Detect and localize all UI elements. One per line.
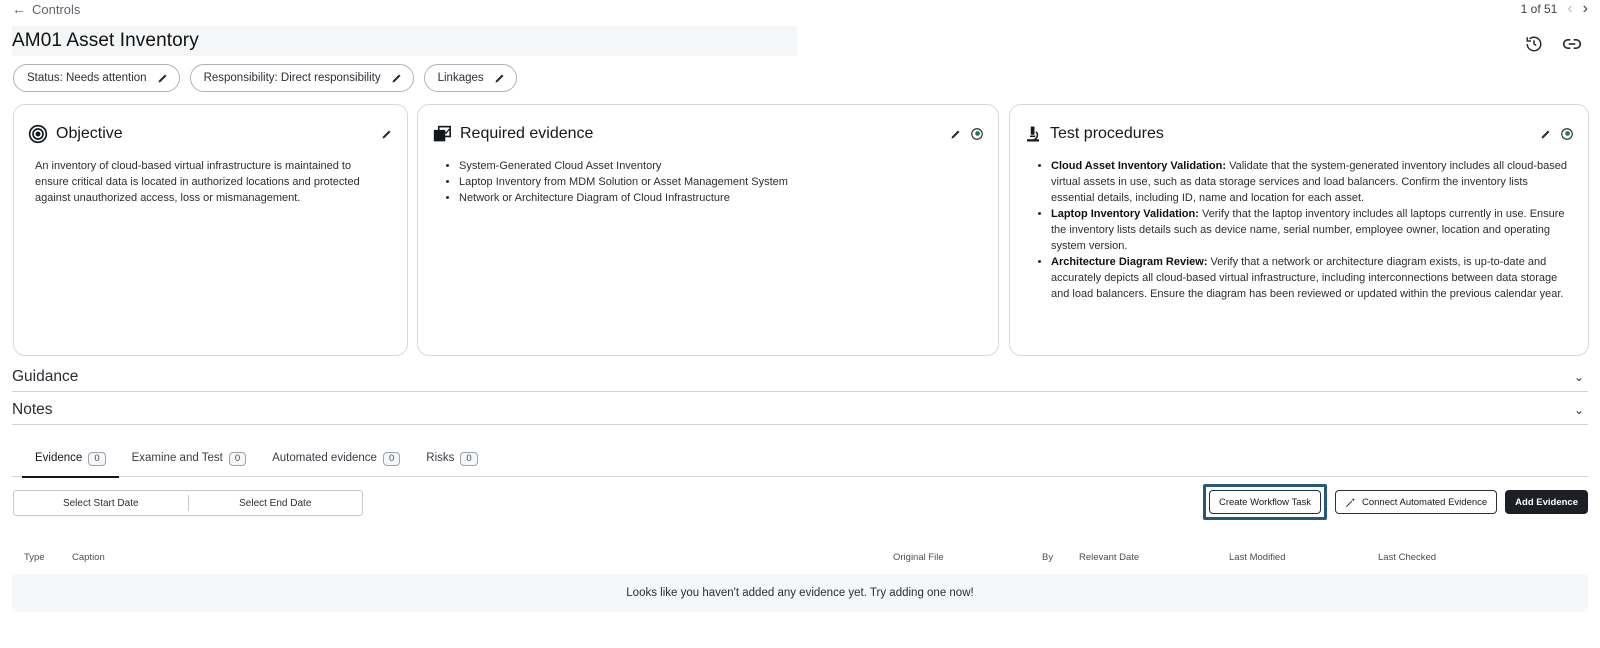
required-evidence-card-header: Required evidence	[432, 123, 984, 145]
linkages-chip-label: Linkages	[437, 72, 484, 84]
empty-state-row: Looks like you haven't added any evidenc…	[12, 574, 1588, 612]
evidence-tabs: Evidence 0 Examine and Test 0 Automated …	[22, 446, 491, 478]
test-procedures-card-header: Test procedures	[1024, 123, 1574, 145]
top-bar: ← Controls 1 of 51 ‹ ›	[0, 0, 1600, 20]
column-header-original-file[interactable]: Original File	[893, 552, 944, 563]
objective-card-header: Objective	[28, 123, 393, 145]
evidence-table-header: Type Caption Original File By Relevant D…	[12, 552, 1588, 566]
guidance-section[interactable]: Guidance ⌄	[12, 362, 1588, 392]
count-badge: 0	[382, 452, 401, 466]
test-procedures-card: Test procedures Cloud Asset Inventory Va…	[1009, 104, 1589, 356]
column-header-type[interactable]: Type	[24, 552, 45, 563]
tab-evidence[interactable]: Evidence 0	[22, 446, 119, 478]
column-header-last-modified[interactable]: Last Modified	[1229, 552, 1286, 563]
pencil-icon[interactable]	[391, 72, 403, 84]
button-label: Create Workflow Task	[1218, 496, 1311, 508]
pencil-icon[interactable]	[494, 72, 506, 84]
button-label: Add Evidence	[1515, 496, 1578, 508]
tab-label: Examine and Test	[131, 452, 223, 464]
pager-text: 1 of 51	[1520, 2, 1558, 16]
procedure-heading: Cloud Asset Inventory Validation:	[1051, 160, 1227, 172]
list-item: Network or Architecture Diagram of Cloud…	[459, 190, 978, 206]
add-evidence-button[interactable]: Add Evidence	[1505, 490, 1588, 514]
column-header-by[interactable]: By	[1042, 552, 1053, 563]
microscope-icon	[1027, 126, 1039, 142]
test-procedures-list: Cloud Asset Inventory Validation: Valida…	[1031, 158, 1568, 302]
control-cards: Objective An inventory of cloud-based vi…	[13, 104, 1589, 356]
column-header-relevant-date[interactable]: Relevant Date	[1079, 552, 1139, 563]
ai-assist-icon[interactable]	[1560, 127, 1574, 141]
required-evidence-list: System-Generated Cloud Asset Inventory L…	[439, 158, 978, 206]
chevron-down-icon[interactable]: ⌄	[1574, 403, 1584, 417]
objective-title: Objective	[56, 125, 123, 142]
end-date-field[interactable]: Select End Date	[189, 498, 363, 509]
ai-assist-icon[interactable]	[970, 127, 984, 141]
button-label: Connect Automated Evidence	[1362, 496, 1488, 508]
objective-text: An inventory of cloud-based virtual infr…	[35, 160, 360, 204]
guidance-title: Guidance	[12, 368, 79, 385]
history-icon[interactable]	[1522, 32, 1546, 56]
status-chip-label: Status: Needs attention	[27, 72, 147, 84]
target-icon	[28, 124, 48, 144]
tab-label: Evidence	[35, 452, 83, 464]
pencil-icon[interactable]	[950, 128, 962, 140]
required-evidence-card: Required evidence System-Generated Cloud…	[417, 104, 999, 356]
chevron-left-icon[interactable]: ‹	[1567, 1, 1572, 17]
responsibility-chip-label: Responsibility: Direct responsibility	[203, 72, 381, 84]
required-evidence-title: Required evidence	[460, 125, 594, 142]
create-workflow-task-button[interactable]: Create Workflow Task	[1208, 490, 1321, 514]
chevron-down-icon[interactable]: ⌄	[1574, 370, 1584, 384]
back-link-label: Controls	[32, 1, 81, 17]
arrow-left-icon: ←	[12, 1, 26, 17]
list-item: Laptop Inventory from MDM Solution or As…	[459, 174, 978, 190]
back-to-controls-link[interactable]: ← Controls	[12, 1, 80, 17]
evidence-actions: Create Workflow Task Connect Automated E…	[1202, 484, 1588, 520]
list-item: Cloud Asset Inventory Validation: Valida…	[1051, 158, 1568, 206]
tab-label: Risks	[426, 452, 455, 464]
magic-wand-icon	[1346, 497, 1356, 507]
property-chips: Status: Needs attention Responsibility: …	[13, 64, 517, 92]
column-header-caption[interactable]: Caption	[72, 552, 105, 563]
connect-automated-evidence-button[interactable]: Connect Automated Evidence	[1335, 490, 1498, 514]
pencil-icon[interactable]	[381, 128, 393, 140]
procedure-heading: Laptop Inventory Validation:	[1051, 208, 1199, 220]
pencil-icon[interactable]	[1540, 128, 1552, 140]
chevron-right-icon[interactable]: ›	[1583, 1, 1588, 17]
empty-state-message: Looks like you haven't added any evidenc…	[626, 587, 974, 599]
test-procedures-title: Test procedures	[1050, 125, 1164, 142]
responsibility-chip[interactable]: Responsibility: Direct responsibility	[189, 64, 414, 92]
page-title[interactable]: AM01 Asset Inventory	[12, 30, 199, 52]
linkages-chip[interactable]: Linkages	[423, 64, 517, 92]
date-range-picker: Select Start Date Select End Date	[13, 490, 363, 516]
highlight-frame: Create Workflow Task	[1202, 484, 1327, 520]
list-item: Laptop Inventory Validation: Verify that…	[1051, 206, 1568, 254]
pencil-icon[interactable]	[157, 72, 169, 84]
title-actions	[1522, 32, 1584, 56]
evidence-document-icon	[433, 125, 451, 142]
title-row[interactable]: AM01 Asset Inventory	[12, 26, 797, 56]
column-header-last-checked[interactable]: Last Checked	[1378, 552, 1436, 563]
pager: 1 of 51 ‹ ›	[1520, 1, 1588, 17]
list-item: Architecture Diagram Review: Verify that…	[1051, 254, 1568, 302]
count-badge: 0	[460, 452, 478, 466]
tab-risks[interactable]: Risks 0	[413, 446, 490, 478]
tab-examine-and-test[interactable]: Examine and Test 0	[119, 446, 260, 478]
notes-section[interactable]: Notes ⌄	[12, 395, 1588, 425]
tab-automated-evidence[interactable]: Automated evidence 0	[259, 446, 413, 478]
procedure-heading: Architecture Diagram Review:	[1051, 256, 1208, 268]
start-date-field[interactable]: Select Start Date	[14, 498, 188, 509]
link-icon[interactable]	[1560, 32, 1584, 56]
tab-label: Automated evidence	[272, 452, 377, 464]
notes-title: Notes	[12, 401, 53, 418]
count-badge: 0	[88, 452, 106, 466]
list-item: System-Generated Cloud Asset Inventory	[459, 158, 978, 174]
status-chip[interactable]: Status: Needs attention	[13, 64, 180, 92]
count-badge: 0	[228, 452, 247, 466]
objective-card: Objective An inventory of cloud-based vi…	[13, 104, 408, 356]
